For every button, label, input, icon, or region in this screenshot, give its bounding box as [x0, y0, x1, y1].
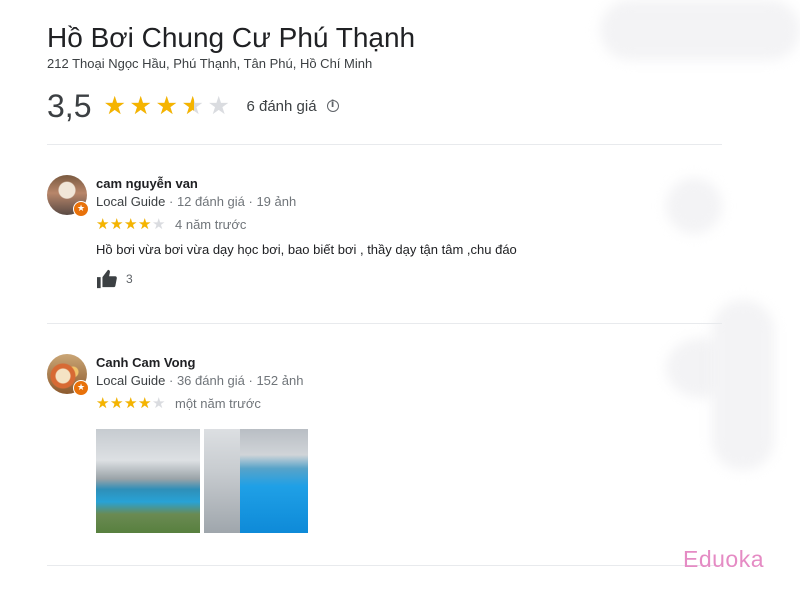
review-photo-pool-swimmers[interactable] — [204, 429, 308, 533]
review-photo-pool-outdoor[interactable] — [96, 429, 200, 533]
reviewer-name[interactable]: Canh Cam Vong — [96, 355, 195, 370]
star-icon: ★★ — [96, 216, 110, 233]
star-icon: ★★ — [129, 91, 152, 120]
star-icon: ★★ — [207, 91, 230, 120]
like-count: 3 — [126, 272, 133, 286]
divider — [47, 565, 722, 566]
review-photos — [96, 429, 308, 533]
review-stars: ★★★★★★★★★★ — [96, 396, 166, 411]
star-icon: ★★ — [110, 216, 124, 233]
star-icon: ★★ — [110, 395, 124, 412]
review-rating-line: ★★★★★★★★★★ một năm trước — [96, 396, 261, 411]
star-icon: ★★ — [124, 395, 138, 412]
reviewer-name[interactable]: cam nguyễn van — [96, 176, 198, 191]
local-guide-label: Local Guide — [96, 373, 166, 388]
star-icon: ★★ — [124, 216, 138, 233]
review-item: ★ Canh Cam Vong Local Guide · 36 đánh gi… — [47, 354, 727, 544]
review-item: ★ cam nguyễn van Local Guide · 12 đánh g… — [47, 175, 727, 300]
review-text: Hồ bơi vừa bơi vừa dạy học bơi, bao biết… — [96, 242, 517, 257]
overall-stars: ★★★★★★★★★★ — [103, 91, 233, 120]
divider — [47, 144, 722, 145]
star-icon: ★★ — [138, 395, 152, 412]
review-time: một năm trước — [175, 396, 261, 411]
local-guide-badge-icon: ★ — [73, 380, 89, 396]
like-button[interactable]: 3 — [96, 269, 133, 289]
reviewer-stats: · 12 đánh giá · 19 ảnh — [165, 194, 297, 209]
place-address: 212 Thoại Ngọc Hầu, Phú Thạnh, Tân Phú, … — [47, 56, 373, 71]
overall-rating: 3,5 ★★★★★★★★★★ 6 đánh giá — [47, 86, 339, 126]
watermark-logo: Eduoka — [683, 546, 765, 572]
divider — [47, 323, 722, 324]
star-icon: ★★ — [103, 91, 126, 120]
local-guide-label: Local Guide — [96, 194, 166, 209]
reviewer-stats: · 36 đánh giá · 152 ảnh — [165, 373, 304, 388]
local-guide-badge-icon: ★ — [73, 201, 89, 217]
thumbs-up-icon[interactable] — [96, 269, 118, 289]
star-icon: ★★ — [181, 91, 204, 120]
review-rating-line: ★★★★★★★★★★ 4 năm trước — [96, 217, 246, 232]
info-icon[interactable] — [326, 99, 339, 112]
star-icon: ★★ — [96, 395, 110, 412]
star-icon: ★★ — [155, 91, 178, 120]
review-time: 4 năm trước — [175, 217, 247, 232]
review-stars: ★★★★★★★★★★ — [96, 217, 166, 232]
reviewer-meta: Local Guide · 36 đánh giá · 152 ảnh — [96, 373, 303, 388]
star-icon: ★★ — [138, 216, 152, 233]
review-count-link[interactable]: 6 đánh giá — [246, 98, 316, 115]
reviewer-meta: Local Guide · 12 đánh giá · 19 ảnh — [96, 194, 296, 209]
rating-value: 3,5 — [47, 87, 92, 124]
star-icon: ★★ — [152, 395, 166, 412]
background-blur-shape — [600, 0, 800, 60]
place-title: Hồ Bơi Chung Cư Phú Thạnh — [47, 22, 416, 53]
star-icon: ★★ — [152, 216, 166, 233]
